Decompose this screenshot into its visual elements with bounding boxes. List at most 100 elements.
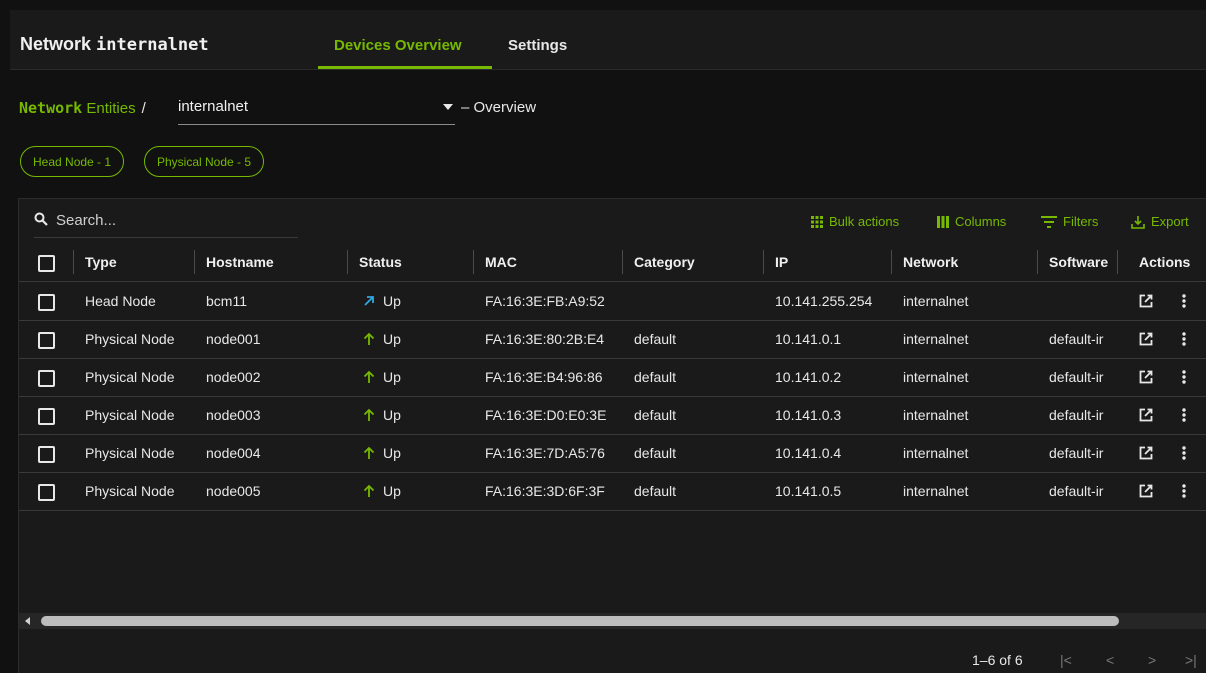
- arrow-up-icon: [363, 446, 375, 459]
- column-header-category[interactable]: Category: [634, 243, 695, 281]
- cell-mac: FA:16:3E:FB:A9:52: [485, 293, 605, 309]
- more-vertical-icon[interactable]: [1181, 407, 1187, 423]
- column-header-actions: Actions: [1139, 254, 1191, 270]
- network-select-value: internalnet: [178, 98, 249, 115]
- cell-status: Up: [383, 445, 401, 461]
- column-divider: [1117, 250, 1118, 274]
- cell-software: default-ir: [1049, 445, 1104, 461]
- breadcrumb-link-bold: Network: [19, 99, 83, 117]
- more-vertical-icon[interactable]: [1181, 483, 1187, 499]
- cell-type: Physical Node: [85, 369, 175, 385]
- filters-label: Filters: [1063, 214, 1099, 229]
- row-checkbox[interactable]: [38, 484, 55, 501]
- column-header-type[interactable]: Type: [85, 243, 117, 281]
- column-divider: [1037, 250, 1038, 274]
- export-button[interactable]: Export: [1131, 214, 1189, 229]
- page-title: Network internalnet: [20, 34, 209, 55]
- columns-icon: [937, 215, 949, 228]
- row-checkbox[interactable]: [38, 408, 55, 425]
- chip-head-node[interactable]: Head Node - 1: [20, 146, 125, 177]
- column-divider: [73, 250, 74, 274]
- tab-settings[interactable]: Settings: [508, 37, 567, 54]
- cell-category: default: [634, 445, 677, 461]
- cell-hostname: node002: [206, 369, 261, 385]
- cell-hostname: node003: [206, 407, 261, 423]
- bulk-actions-button[interactable]: Bulk actions: [811, 214, 899, 229]
- title-prefix: Network: [20, 34, 92, 54]
- cell-hostname: node005: [206, 483, 261, 499]
- column-header-software[interactable]: Software: [1049, 243, 1115, 281]
- open-external-icon[interactable]: [1139, 370, 1153, 384]
- cell-status: Up: [383, 293, 401, 309]
- table-row[interactable]: Physical Node node001 Up FA:16:3E:80:2B:E4 d…: [19, 320, 1206, 359]
- tab-devices-overview[interactable]: Devices Overview: [334, 37, 462, 54]
- open-external-icon[interactable]: [1139, 294, 1153, 308]
- cell-status: Up: [383, 483, 401, 499]
- breadcrumb-network-entities-link[interactable]: Network Entities: [19, 99, 136, 117]
- first-page-button[interactable]: |<: [1060, 652, 1072, 668]
- network-select[interactable]: internalnet: [178, 94, 455, 125]
- filters-button[interactable]: Filters: [1041, 214, 1098, 229]
- cell-mac: FA:16:3E:B4:96:86: [485, 369, 603, 385]
- scroll-left-arrow-icon[interactable]: [25, 617, 30, 625]
- search-icon: [34, 212, 48, 226]
- cell-network: internalnet: [903, 483, 969, 499]
- row-checkbox[interactable]: [38, 332, 55, 349]
- arrow-up-icon: [363, 408, 375, 421]
- row-checkbox[interactable]: [38, 370, 55, 387]
- top-bar: Network internalnet Devices Overview Set…: [10, 10, 1206, 70]
- more-vertical-icon[interactable]: [1181, 445, 1187, 461]
- column-header-network[interactable]: Network: [903, 243, 958, 281]
- more-vertical-icon[interactable]: [1181, 331, 1187, 347]
- column-divider: [622, 250, 623, 274]
- cell-mac: FA:16:3E:7D:A5:76: [485, 445, 605, 461]
- search-box[interactable]: [34, 207, 298, 238]
- column-divider: [347, 250, 348, 274]
- column-header-mac[interactable]: MAC: [485, 243, 517, 281]
- table-row[interactable]: Physical Node node004 Up FA:16:3E:7D:A5:76 d…: [19, 434, 1206, 473]
- column-divider: [194, 250, 195, 274]
- title-network-name: internalnet: [96, 35, 209, 55]
- column-header-hostname[interactable]: Hostname: [206, 243, 274, 281]
- row-checkbox[interactable]: [38, 446, 55, 463]
- breadcrumb-link-rest: Entities: [86, 100, 136, 117]
- cell-mac: FA:16:3E:3D:6F:3F: [485, 483, 605, 499]
- columns-button[interactable]: Columns: [937, 214, 1006, 229]
- cell-type: Physical Node: [85, 445, 175, 461]
- table-row[interactable]: Head Node bcm11 Up FA:16:3E:FB:A9:52 10.141.…: [19, 282, 1206, 321]
- cell-category: [634, 282, 759, 320]
- row-checkbox[interactable]: [38, 294, 55, 311]
- open-external-icon[interactable]: [1139, 408, 1153, 422]
- arrow-up-icon: [363, 484, 375, 497]
- table-row[interactable]: Physical Node node005 Up FA:16:3E:3D:6F:3F d…: [19, 472, 1206, 511]
- prev-page-button[interactable]: <: [1106, 652, 1114, 668]
- more-vertical-icon[interactable]: [1181, 369, 1187, 385]
- select-all-checkbox[interactable]: [38, 255, 55, 272]
- column-header-status[interactable]: Status: [359, 243, 402, 281]
- open-external-icon[interactable]: [1139, 484, 1153, 498]
- more-vertical-icon[interactable]: [1181, 293, 1187, 309]
- cell-software: default-ir: [1049, 483, 1104, 499]
- table-row[interactable]: Physical Node node003 Up FA:16:3E:D0:E0:3E d…: [19, 396, 1206, 435]
- cell-mac: FA:16:3E:D0:E0:3E: [485, 407, 607, 423]
- open-external-icon[interactable]: [1139, 446, 1153, 460]
- horizontal-scrollbar[interactable]: [19, 613, 1206, 629]
- bulk-actions-label: Bulk actions: [829, 214, 900, 229]
- pagination-range: 1–6 of 6: [972, 652, 1023, 668]
- cell-type: Head Node: [85, 293, 156, 309]
- column-header-ip[interactable]: IP: [775, 243, 788, 281]
- next-page-button[interactable]: >: [1148, 652, 1156, 668]
- cell-network: internalnet: [903, 407, 969, 423]
- chip-physical-node[interactable]: Physical Node - 5: [144, 146, 265, 177]
- cell-type: Physical Node: [85, 407, 175, 423]
- cell-status: Up: [383, 331, 401, 347]
- open-external-icon[interactable]: [1139, 332, 1153, 346]
- table-row[interactable]: Physical Node node002 Up FA:16:3E:B4:96:86 d…: [19, 358, 1206, 397]
- cell-ip: 10.141.0.4: [775, 445, 842, 461]
- overview-label: – Overview: [461, 99, 537, 116]
- last-page-button[interactable]: >|: [1185, 652, 1197, 668]
- search-input[interactable]: [54, 207, 298, 233]
- scrollbar-thumb[interactable]: [41, 616, 1119, 626]
- cell-ip: 10.141.255.254: [775, 293, 873, 309]
- cell-network: internalnet: [903, 331, 969, 347]
